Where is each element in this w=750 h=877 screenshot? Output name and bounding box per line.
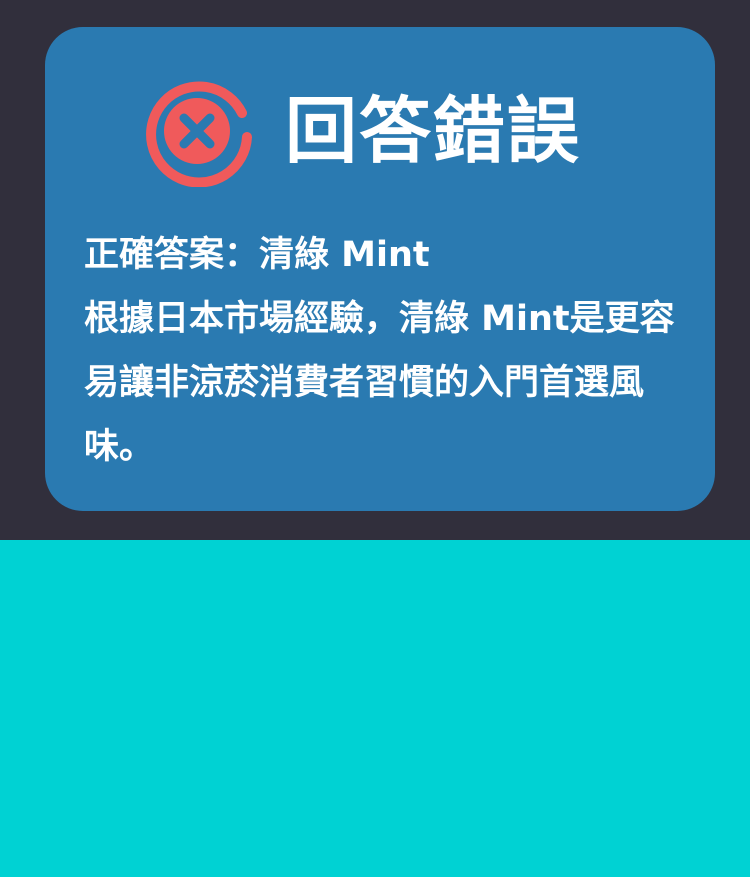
result-body: 正確答案：清綠 Mint 根據日本市場經驗，清綠 Mint是更容易讓非涼菸消費者… — [84, 223, 684, 479]
correct-answer-text: 正確答案：清綠 Mint — [84, 235, 430, 275]
bottom-area — [0, 540, 750, 877]
top-area: 回答錯誤 正確答案：清綠 Mint 根據日本市場經驗，清綠 Mint是更容易讓非… — [0, 0, 750, 540]
result-header: 回答錯誤 — [143, 75, 581, 187]
result-title: 回答錯誤 — [285, 89, 582, 173]
explanation-text: 根據日本市場經驗，清綠 Mint是更容易讓非涼菸消費者習慣的入門首選風味。 — [84, 299, 675, 467]
x-circle-icon — [146, 81, 252, 187]
result-card: 回答錯誤 正確答案：清綠 Mint 根據日本市場經驗，清綠 Mint是更容易讓非… — [45, 27, 715, 511]
